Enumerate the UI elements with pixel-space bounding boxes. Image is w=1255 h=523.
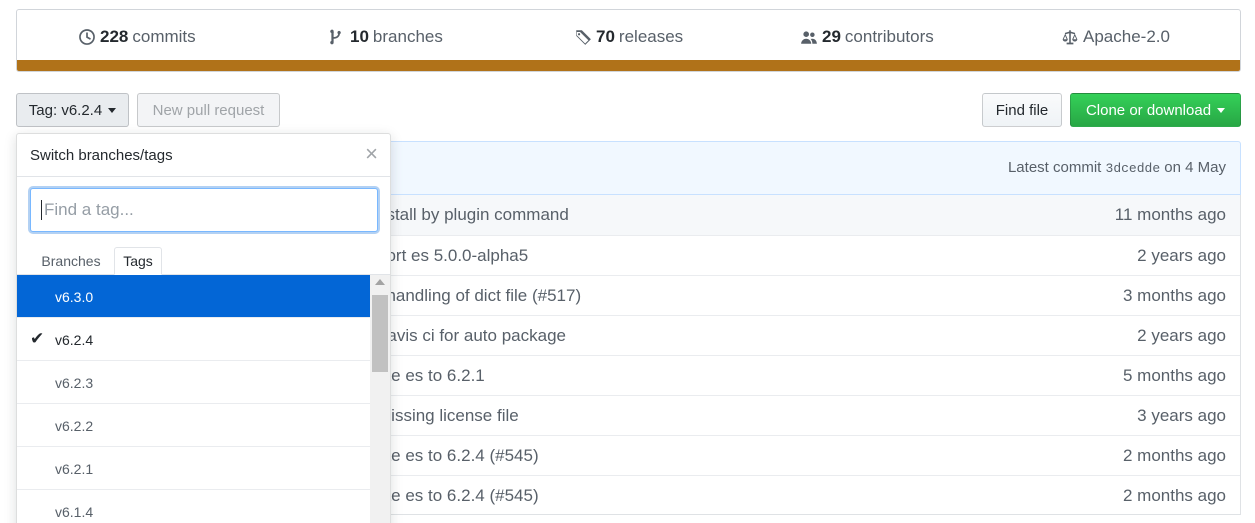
tag-item-label: v6.3.0 bbox=[55, 289, 94, 305]
scroll-up-arrow-icon[interactable] bbox=[375, 279, 385, 285]
releases-label: releases bbox=[618, 27, 684, 46]
commit-message-link[interactable]: travis ci for auto package bbox=[377, 326, 566, 346]
commit-age: 2 years ago bbox=[1137, 246, 1226, 265]
new-pull-request-label: New pull request bbox=[152, 101, 265, 119]
latest-commit-info: Latest commit 3dcedde on 4 May bbox=[1008, 159, 1226, 176]
new-pull-request-button[interactable]: New pull request bbox=[137, 93, 280, 127]
commit-message-link[interactable]: port es 5.0.0-alpha5 bbox=[377, 246, 528, 266]
tag-item-label: v6.1.4 bbox=[55, 504, 94, 520]
switch-branches-tags-dropdown: Switch branches/tags × Find a tag... Bra… bbox=[16, 133, 391, 523]
contributors-link[interactable]: 29 contributors bbox=[800, 26, 934, 48]
contributors-count: 29 bbox=[822, 27, 841, 46]
caret-down-icon bbox=[108, 107, 117, 113]
find-file-label: Find file bbox=[995, 101, 1049, 119]
tag-item-label: v6.2.2 bbox=[55, 418, 94, 434]
clone-or-download-button[interactable]: Clone or download bbox=[1070, 93, 1241, 127]
tag-item-label: v6.2.4 bbox=[55, 332, 94, 348]
tag-select-label: Tag: v6.2.4 bbox=[28, 101, 103, 119]
commit-message-link[interactable]: ate es to 6.2.4 (#545) bbox=[377, 446, 539, 466]
law-icon bbox=[1062, 30, 1078, 45]
commit-age: 5 months ago bbox=[1122, 366, 1226, 385]
commit-age: 3 years ago bbox=[1137, 406, 1226, 425]
commit-message-link[interactable]: ate es to 6.2.4 (#545) bbox=[377, 486, 539, 506]
tag-item[interactable]: v6.3.0 bbox=[17, 275, 370, 318]
text-cursor bbox=[41, 200, 42, 220]
tab-tags[interactable]: Tags bbox=[114, 247, 162, 275]
tag-list: v6.3.0 ✔ v6.2.4 v6.2.3 v6.2.2 v6.2.1 v6.… bbox=[17, 275, 370, 523]
caret-down-icon bbox=[1217, 107, 1226, 113]
commit-message-link[interactable]: I handling of dict file (#517) bbox=[377, 286, 581, 306]
commit-age: 3 months ago bbox=[1122, 286, 1226, 305]
branches-label: branches bbox=[372, 27, 443, 46]
repo-summary-bar: 228 commits 10 branches 70 releases 29 c… bbox=[16, 9, 1241, 72]
latest-commit-prefix: Latest commit bbox=[1007, 159, 1102, 176]
commits-count: 228 bbox=[100, 27, 129, 46]
tag-select-button[interactable]: Tag: v6.2.4 bbox=[16, 93, 129, 127]
people-icon bbox=[801, 31, 817, 44]
tag-list-scrollbar[interactable] bbox=[370, 275, 390, 523]
releases-count: 70 bbox=[596, 27, 615, 46]
divider bbox=[17, 176, 390, 177]
commit-message-link[interactable]: missing license file bbox=[377, 406, 519, 426]
commits-label: commits bbox=[132, 27, 196, 46]
tag-item[interactable]: ✔ v6.2.4 bbox=[17, 318, 370, 361]
tag-icon bbox=[575, 30, 591, 45]
clone-or-download-label: Clone or download bbox=[1085, 101, 1212, 119]
find-tag-placeholder: Find a tag... bbox=[44, 200, 134, 219]
commit-sha-link[interactable]: 3dcedde bbox=[1106, 161, 1161, 176]
commit-age: 2 months ago bbox=[1122, 486, 1226, 505]
contributors-label: contributors bbox=[844, 27, 934, 46]
branch-icon bbox=[330, 29, 341, 45]
tag-item[interactable]: v6.2.3 bbox=[17, 361, 370, 404]
commit-age: 2 years ago bbox=[1137, 326, 1226, 345]
dropdown-title: Switch branches/tags bbox=[30, 147, 173, 164]
license-label: Apache-2.0 bbox=[1083, 27, 1170, 46]
commit-age: 11 months ago bbox=[1114, 205, 1226, 224]
tag-item-label: v6.2.1 bbox=[55, 461, 94, 477]
branches-link[interactable]: 10 branches bbox=[328, 26, 443, 48]
license-link[interactable]: Apache-2.0 bbox=[1061, 26, 1170, 48]
releases-link[interactable]: 70 releases bbox=[574, 26, 683, 48]
history-icon bbox=[79, 29, 95, 45]
find-file-button[interactable]: Find file bbox=[982, 93, 1062, 127]
scroll-thumb[interactable] bbox=[372, 295, 388, 372]
check-icon: ✔ bbox=[30, 329, 45, 348]
commit-message-link[interactable]: ate es to 6.2.1 bbox=[377, 366, 485, 386]
tag-item-label: v6.2.3 bbox=[55, 375, 94, 391]
tag-item[interactable]: v6.2.2 bbox=[17, 404, 370, 447]
commit-message-link[interactable]: nstall by plugin command bbox=[377, 205, 569, 225]
tag-item[interactable]: v6.2.1 bbox=[17, 447, 370, 490]
branches-count: 10 bbox=[350, 27, 369, 46]
find-tag-input[interactable]: Find a tag... bbox=[30, 188, 378, 232]
tab-branches[interactable]: Branches bbox=[30, 247, 112, 275]
tag-item[interactable]: v6.1.4 bbox=[17, 490, 370, 523]
latest-commit-date: on 4 May bbox=[1164, 159, 1226, 176]
commits-link[interactable]: 228 commits bbox=[78, 26, 196, 48]
close-icon[interactable]: × bbox=[365, 143, 378, 165]
language-bar[interactable] bbox=[17, 60, 1240, 71]
commit-age: 2 months ago bbox=[1122, 446, 1226, 465]
